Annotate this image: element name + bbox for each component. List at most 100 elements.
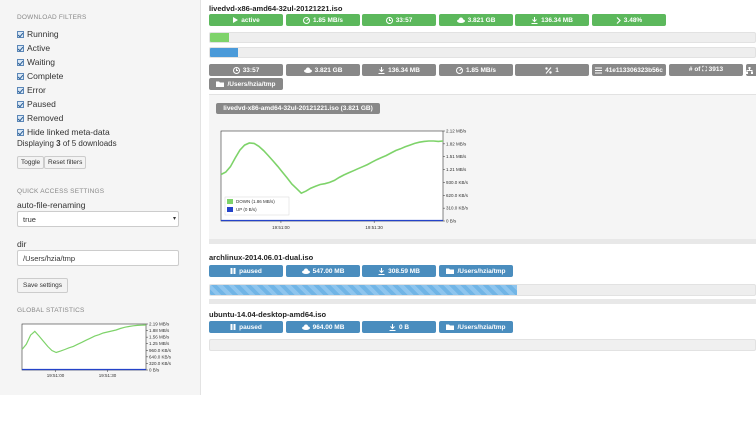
tag-text: /Users/hzia/tmp — [457, 267, 506, 275]
eta-badge: 33:57 — [362, 14, 436, 26]
filter-complete[interactable]: Complete — [17, 69, 110, 83]
download-speed-chart: 2.12 MB/s 1.82 MB/s 1.51 MB/s 1.21 MB/s 930.… — [220, 129, 469, 230]
progress-bar — [209, 284, 756, 296]
more-detail[interactable] — [746, 64, 756, 76]
tag-text: 3.48% — [623, 16, 643, 24]
dir-input[interactable]: /Users/hzia/tmp — [17, 250, 179, 266]
y-tick-label: 2.19 MB/s — [149, 322, 170, 327]
filter-label: Hide linked meta-data — [27, 127, 110, 137]
global-statistics-chart: 2.19 MB/s1.88 MB/s 1.56 MB/s1.25 MB/s 960.… — [21, 322, 172, 378]
tag-text: 1 — [555, 66, 559, 74]
clock-icon — [232, 66, 240, 74]
progress-bar — [209, 32, 756, 43]
filter-active[interactable]: Active — [17, 41, 110, 55]
select-arrow-icon: ▾ — [172, 216, 176, 222]
filter-label: Active — [27, 43, 51, 53]
tag-text: 41e113306323b56c — [605, 66, 663, 74]
checkbox[interactable] — [17, 44, 24, 52]
download-name[interactable]: archlinux-2014.06.01-dual.iso — [209, 253, 313, 262]
filter-running[interactable]: Running — [17, 27, 110, 41]
status-badge[interactable]: active — [209, 14, 283, 26]
y-tick-label: 640.0 KB/s — [149, 354, 172, 359]
tag-text: 1.85 MB/s — [466, 66, 496, 74]
downloaded-badge: 136.34 MB — [515, 14, 589, 26]
percent-icon — [545, 66, 552, 74]
chart-title: livedvd-x86-amd64-32ul-20121221.iso (3.8… — [216, 103, 380, 114]
quick-access-heading: QUICK ACCESS SETTINGS — [17, 188, 105, 195]
play-icon — [233, 17, 239, 23]
total-size-badge: 547.00 MB — [286, 265, 360, 277]
y-tick-label: 1.21 MB/s — [446, 167, 467, 172]
checkbox[interactable] — [17, 86, 24, 94]
checkbox[interactable] — [17, 114, 24, 122]
pause-icon — [230, 324, 236, 330]
status-badge[interactable]: paused — [209, 265, 283, 277]
upload-fill — [210, 48, 238, 57]
sitemap-icon — [746, 66, 753, 74]
auto-file-renaming-label: auto-file-renaming — [17, 200, 86, 210]
displaying-prefix: Displaying — [17, 139, 57, 148]
checkbox[interactable] — [17, 30, 24, 38]
upload-bar — [209, 47, 756, 58]
x-tick-label: 19:51:30 — [99, 373, 117, 378]
filter-label: Removed — [27, 113, 64, 123]
legend-swatch — [227, 199, 233, 204]
sidebar: DOWNLOAD FILTERS Running Active Waiting … — [0, 0, 201, 395]
folder-icon — [446, 324, 455, 330]
tag-text: 136.34 MB — [388, 66, 420, 74]
tag-text: paused — [239, 323, 262, 331]
downloaded-badge: 0 B — [362, 321, 436, 333]
download-name[interactable]: livedvd-x86-amd64-32ul-20121221.iso — [209, 4, 342, 13]
speed-icon — [456, 66, 463, 74]
status-badge[interactable]: paused — [209, 321, 283, 333]
reset-filters-button[interactable]: Reset filters — [44, 156, 87, 169]
tag-text: 964.00 MB — [312, 323, 345, 331]
y-tick-label: 930.0 KB/s — [446, 180, 469, 185]
cloud-icon — [301, 268, 310, 274]
y-tick-label: 0 B/s — [149, 368, 160, 373]
speed-detail: 1.85 MB/s — [439, 64, 513, 76]
path-badge: /Users/hzia/tmp — [439, 265, 513, 277]
auto-file-renaming-select[interactable]: true ▾ — [17, 211, 179, 227]
checkbox[interactable] — [17, 128, 24, 136]
save-settings-button[interactable]: Save settings — [17, 278, 69, 293]
legend-label: UP (0 B/s) — [236, 207, 257, 212]
download-name[interactable]: ubuntu-14.04-desktop-amd64.iso — [209, 310, 326, 319]
progress-percent-badge: 3.48% — [592, 14, 666, 26]
y-tick-label: 320.0 KB/s — [149, 361, 172, 366]
download-chart-panel: livedvd-x86-amd64-32ul-20121221.iso (3.8… — [209, 94, 756, 239]
progress-fill — [210, 285, 518, 295]
toggle-button[interactable]: Toggle — [17, 156, 45, 169]
filter-label: Complete — [27, 71, 64, 81]
connections-detail: 1 — [515, 64, 589, 76]
folder-icon — [446, 268, 455, 274]
total-size-badge: 3.821 GB — [439, 14, 513, 26]
path-detail: /Users/hzia/tmp — [209, 78, 283, 90]
list-icon — [595, 67, 603, 73]
pause-icon — [230, 268, 236, 274]
filter-hide-linked-meta-data[interactable]: Hide linked meta-data — [17, 125, 110, 139]
y-tick-label: 1.51 MB/s — [446, 154, 467, 159]
size-detail: 3.821 GB — [286, 64, 360, 76]
download-icon — [378, 66, 385, 74]
tag-text: 1.85 MB/s — [313, 16, 343, 24]
filter-waiting[interactable]: Waiting — [17, 55, 110, 69]
filter-label: Paused — [27, 99, 56, 109]
tag-text: paused — [239, 267, 262, 275]
checkbox[interactable] — [17, 100, 24, 108]
y-tick-label: 620.0 KB/s — [446, 193, 469, 198]
checkbox[interactable] — [17, 58, 24, 66]
download-icon — [531, 16, 538, 24]
y-tick-label: 960.0 KB/s — [149, 348, 172, 353]
dir-label: dir — [17, 239, 27, 249]
folder-icon — [216, 81, 225, 87]
filter-paused[interactable]: Paused — [17, 97, 110, 111]
filter-label: Running — [27, 29, 59, 39]
tag-text: 308.59 MB — [388, 267, 420, 275]
legend-swatch — [227, 207, 233, 212]
filter-removed[interactable]: Removed — [17, 111, 110, 125]
y-tick-label: 1.25 MB/s — [149, 341, 170, 346]
download-filters-heading: DOWNLOAD FILTERS — [17, 14, 87, 21]
checkbox[interactable] — [17, 72, 24, 80]
filter-error[interactable]: Error — [17, 83, 110, 97]
